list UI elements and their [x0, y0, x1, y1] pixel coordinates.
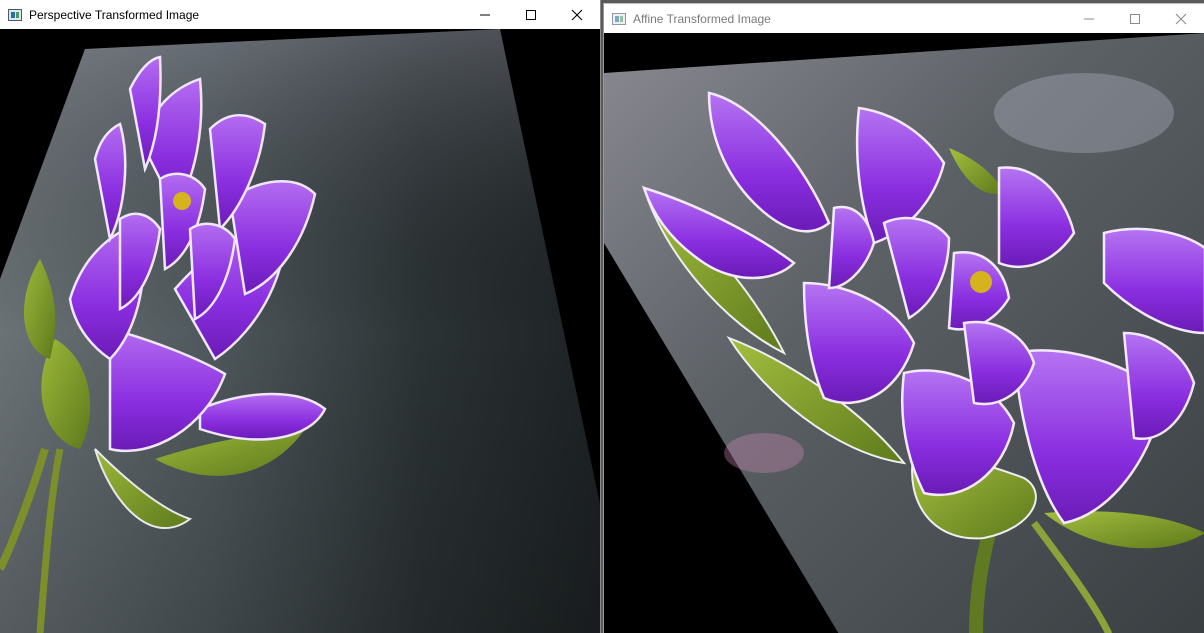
close-icon [571, 9, 583, 20]
window-controls [1066, 4, 1204, 33]
close-button[interactable] [1158, 4, 1204, 33]
window-title: Perspective Transformed Image [29, 7, 200, 22]
close-icon [1175, 13, 1187, 24]
desktop: Perspective Transformed Image Affine Tra… [0, 0, 1204, 633]
affine-titlebar[interactable]: Affine Transformed Image [604, 4, 1204, 33]
app-window-icon [8, 8, 22, 21]
app-window-icon [612, 12, 626, 25]
perspective-image-canvas [0, 29, 600, 633]
window-title: Affine Transformed Image [633, 11, 771, 26]
affine-flower-image [604, 33, 1204, 633]
minimize-icon [480, 14, 490, 15]
window-controls [462, 0, 600, 29]
minimize-button[interactable] [1066, 4, 1112, 33]
perspective-window[interactable]: Perspective Transformed Image [0, 0, 601, 633]
maximize-button[interactable] [508, 0, 554, 29]
maximize-button[interactable] [1112, 4, 1158, 33]
minimize-icon [1084, 18, 1094, 19]
close-button[interactable] [554, 0, 600, 29]
perspective-titlebar[interactable]: Perspective Transformed Image [0, 0, 600, 29]
perspective-flower-image [0, 29, 600, 633]
minimize-button[interactable] [462, 0, 508, 29]
maximize-icon [526, 9, 536, 20]
affine-image-canvas [604, 33, 1204, 633]
affine-window[interactable]: Affine Transformed Image [603, 3, 1204, 633]
maximize-icon [1130, 13, 1140, 24]
